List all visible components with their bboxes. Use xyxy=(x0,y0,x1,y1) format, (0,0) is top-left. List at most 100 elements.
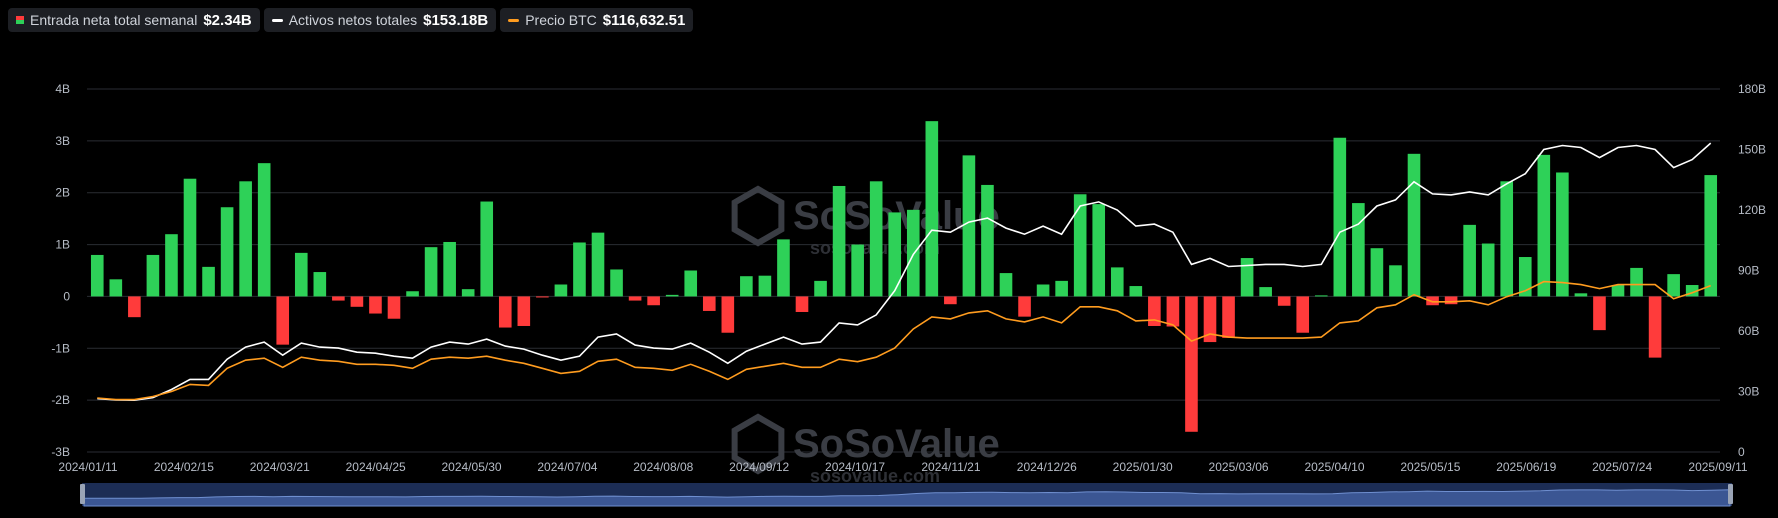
flow-bar xyxy=(1129,286,1143,297)
flow-bar xyxy=(1333,137,1347,297)
x-tick-label: 2024/03/21 xyxy=(250,460,310,474)
y-right-tick-label: 60B xyxy=(1738,324,1759,338)
flow-bar xyxy=(554,284,568,297)
flow-bar xyxy=(1166,296,1180,327)
flow-bar xyxy=(1667,274,1680,297)
flow-bar xyxy=(999,273,1013,297)
flow-bar xyxy=(1556,172,1569,297)
flow-bar xyxy=(740,276,753,297)
flow-bar xyxy=(832,185,846,297)
bars xyxy=(90,121,1718,432)
flow-bar xyxy=(461,289,475,297)
flow-bar xyxy=(1704,175,1718,297)
y-right-tick-label: 90B xyxy=(1738,264,1759,278)
flow-bar xyxy=(536,296,549,298)
flow-bar xyxy=(90,254,104,297)
x-tick-label: 2025/01/30 xyxy=(1113,460,1173,474)
x-tick-label: 2024/08/08 xyxy=(633,460,693,474)
flow-bar xyxy=(591,232,605,297)
flow-bar xyxy=(962,155,976,297)
flow-bar xyxy=(925,121,939,297)
flow-bar xyxy=(758,275,772,297)
flow-bar xyxy=(777,239,790,297)
flow-bar xyxy=(220,207,234,297)
navigator-right-handle[interactable] xyxy=(1728,484,1733,504)
flow-bar xyxy=(424,247,438,297)
flow-bar xyxy=(128,296,141,318)
x-tick-label: 2025/04/10 xyxy=(1304,460,1364,474)
flow-bar xyxy=(1593,296,1606,331)
flow-bar xyxy=(332,296,345,301)
y-left-tick-label: 2B xyxy=(55,186,70,200)
flow-bar xyxy=(1481,243,1495,297)
flow-bar xyxy=(795,296,809,312)
flow-bar xyxy=(1463,224,1476,297)
flow-bar xyxy=(294,252,308,297)
flow-bar xyxy=(573,242,586,297)
flow-bar xyxy=(1314,295,1328,297)
navigator-left-handle[interactable] xyxy=(80,484,85,504)
flow-bar xyxy=(1240,258,1254,297)
flow-bar xyxy=(1110,267,1124,297)
flow-bar xyxy=(369,296,382,314)
flow-bar xyxy=(1018,296,1031,317)
flow-bar xyxy=(702,296,716,311)
y-left-tick-label: -2B xyxy=(51,393,70,407)
x-tick-label: 2025/05/15 xyxy=(1400,460,1460,474)
soso-logo-icon xyxy=(731,185,785,247)
flow-bar xyxy=(1500,181,1514,297)
x-tick-label: 2025/03/06 xyxy=(1209,460,1269,474)
x-tick-label: 2024/04/25 xyxy=(346,460,406,474)
y-right-tick-label: 0 xyxy=(1738,445,1745,459)
etf-flow-chart: SoSoValuesosovalue.comSoSoValuesosovalue… xyxy=(51,82,1766,507)
flow-bar xyxy=(1370,248,1384,297)
y-axis-left: 4B 3B 2B 1B 0 -1B -2B -3B xyxy=(51,82,70,459)
flow-bar xyxy=(1389,265,1402,297)
flow-bar xyxy=(517,296,531,326)
flow-bar xyxy=(109,279,123,297)
x-tick-label: 2024/10/17 xyxy=(825,460,885,474)
y-right-tick-label: 120B xyxy=(1738,203,1766,217)
flow-bar xyxy=(1352,203,1365,297)
flow-bar xyxy=(610,269,623,297)
flow-bar xyxy=(406,291,419,297)
flow-bar xyxy=(628,296,642,301)
y-left-tick-label: 1B xyxy=(55,238,70,252)
flow-bar xyxy=(1574,293,1588,297)
y-right-tick-label: 30B xyxy=(1738,385,1759,399)
flow-bar xyxy=(981,184,994,297)
y-right-tick-label: 150B xyxy=(1738,143,1766,157)
flow-bar xyxy=(814,280,827,297)
y-left-tick-label: 4B xyxy=(55,82,70,96)
flow-bar xyxy=(202,266,215,297)
flow-bar xyxy=(276,296,290,345)
flow-bar xyxy=(1036,284,1050,297)
x-tick-label: 2024/02/15 xyxy=(154,460,214,474)
flow-bar xyxy=(851,244,864,297)
x-tick-label: 2024/09/12 xyxy=(729,460,789,474)
flow-bar xyxy=(869,181,883,297)
flow-bar xyxy=(684,270,698,297)
y-axis-right: 180B 150B 120B 90B 60B 30B 0 xyxy=(1738,82,1766,459)
flow-bar xyxy=(1444,296,1458,305)
range-navigator[interactable] xyxy=(80,483,1733,507)
flow-bar xyxy=(1630,267,1643,297)
flow-bar xyxy=(387,296,401,319)
flow-bar xyxy=(665,294,679,297)
flow-bar xyxy=(1611,285,1625,297)
flow-bar xyxy=(1092,204,1106,297)
flow-bar xyxy=(443,241,456,297)
flow-bar xyxy=(1407,153,1421,297)
x-tick-label: 2025/07/24 xyxy=(1592,460,1652,474)
y-left-tick-label: 3B xyxy=(55,134,70,148)
flow-bar xyxy=(1277,296,1291,306)
flow-bar xyxy=(944,296,957,305)
flow-bar xyxy=(350,296,364,307)
flow-bar xyxy=(1296,296,1310,333)
x-tick-label: 2025/09/11 xyxy=(1688,460,1747,474)
flow-bar xyxy=(480,201,494,297)
flow-bar xyxy=(1537,154,1551,297)
y-left-tick-label: 0 xyxy=(63,289,70,303)
y-left-tick-label: -3B xyxy=(51,445,70,459)
flow-bar xyxy=(257,163,271,297)
